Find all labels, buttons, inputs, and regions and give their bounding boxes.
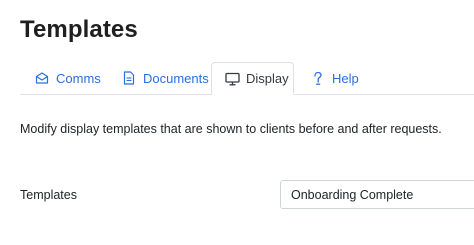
tab-display[interactable]: Display — [211, 62, 294, 95]
templates-page: Templates Comms Documents Display Help M… — [0, 0, 474, 245]
templates-select[interactable]: Onboarding Complete — [280, 180, 474, 209]
tab-bar: Comms Documents Display Help — [20, 62, 474, 95]
templates-field-label: Templates — [20, 188, 77, 202]
tab-documents[interactable]: Documents — [121, 62, 209, 94]
tab-comms-label: Comms — [56, 70, 101, 86]
help-icon — [310, 70, 326, 86]
tab-comms[interactable]: Comms — [34, 62, 101, 94]
templates-select-value: Onboarding Complete — [291, 187, 414, 202]
document-icon — [121, 70, 137, 86]
display-description: Modify display templates that are shown … — [20, 122, 442, 136]
tab-help-label: Help — [332, 70, 359, 86]
tab-display-label: Display — [246, 71, 289, 86]
page-title: Templates — [20, 16, 138, 43]
monitor-icon — [224, 71, 240, 87]
tab-documents-label: Documents — [143, 70, 209, 86]
envelope-icon — [34, 70, 50, 86]
tab-help[interactable]: Help — [310, 62, 359, 94]
